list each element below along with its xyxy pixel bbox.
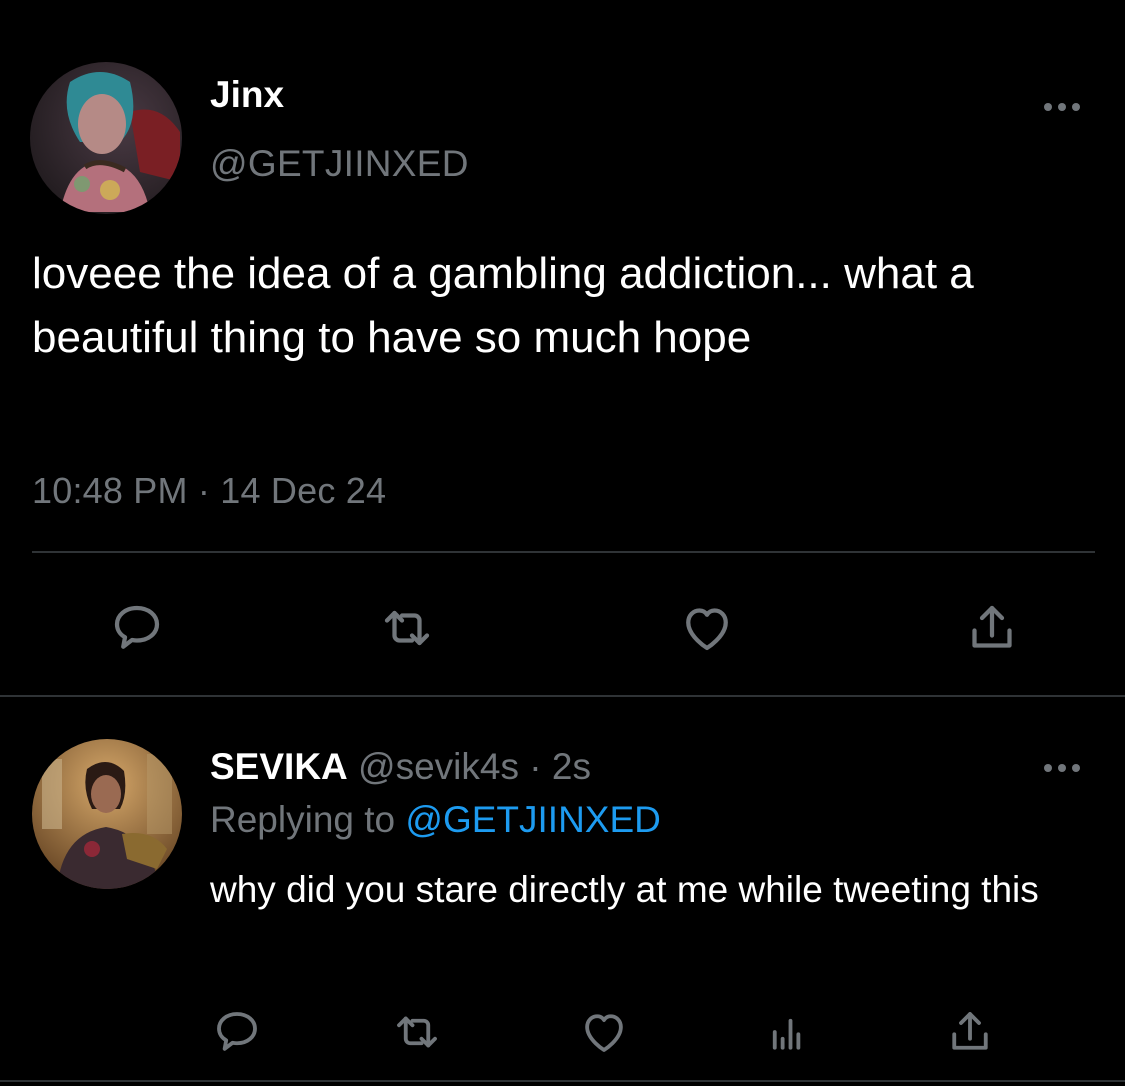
- like-icon[interactable]: [675, 596, 739, 660]
- author-handle[interactable]: @GETJIINXED: [210, 143, 469, 185]
- divider: [32, 551, 1095, 553]
- retweet-icon[interactable]: [375, 596, 439, 660]
- share-icon[interactable]: [938, 1000, 1002, 1064]
- tweet-age[interactable]: 2s: [552, 746, 591, 787]
- replying-to: Replying to @GETJIINXED: [210, 799, 661, 841]
- tweet-timestamp[interactable]: 10:48 PM · 14 Dec 24: [32, 470, 386, 512]
- reply-icon[interactable]: [205, 1000, 269, 1064]
- reply-header: SEVIKA @sevik4s · 2s: [210, 746, 591, 788]
- author-name[interactable]: SEVIKA: [210, 746, 348, 787]
- jinx-avatar[interactable]: [30, 62, 182, 214]
- author-handle[interactable]: @sevik4s: [358, 746, 519, 787]
- divider: [0, 1080, 1125, 1082]
- replying-prefix: Replying to: [210, 799, 396, 840]
- replying-to-link[interactable]: @GETJIINXED: [405, 799, 660, 840]
- sevika-avatar[interactable]: [32, 739, 182, 889]
- tweet-text: loveee the idea of a gambling addiction.…: [32, 249, 974, 362]
- share-icon[interactable]: [960, 596, 1024, 660]
- divider: [0, 695, 1125, 697]
- reply-icon[interactable]: [105, 596, 169, 660]
- more-horizontal-icon[interactable]: [1040, 95, 1084, 119]
- separator: ·: [529, 746, 542, 787]
- analytics-icon[interactable]: [754, 1000, 818, 1064]
- tweet-text: why did you stare directly at me while t…: [210, 869, 1039, 910]
- author-name[interactable]: Jinx: [210, 74, 284, 116]
- like-icon[interactable]: [572, 1000, 636, 1064]
- more-horizontal-icon[interactable]: [1040, 756, 1084, 780]
- retweet-icon[interactable]: [385, 1000, 449, 1064]
